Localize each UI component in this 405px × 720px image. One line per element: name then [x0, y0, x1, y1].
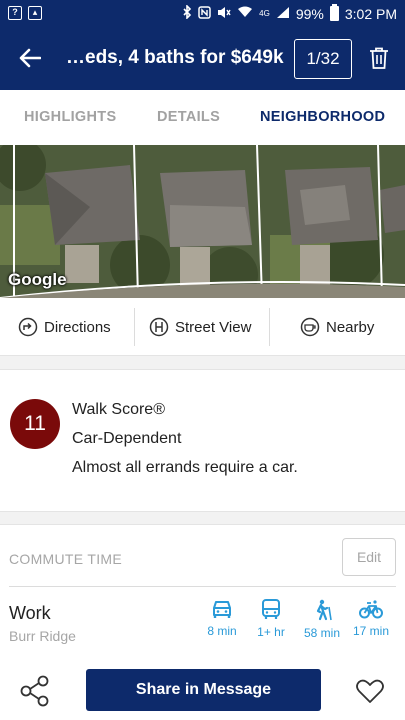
- nearby-icon: [300, 317, 320, 337]
- commute-label: COMMUTE TIME: [9, 551, 123, 567]
- back-button[interactable]: [14, 42, 46, 74]
- clock: 3:02 PM: [344, 5, 397, 22]
- status-bar-left: ? ▴: [8, 6, 42, 20]
- listing-title: …eds, 4 baths for $649k: [66, 47, 284, 68]
- car-time: 8 min: [207, 624, 237, 638]
- status-bar-right: 4G 99% 3:02 PM: [183, 4, 397, 22]
- tab-details[interactable]: DETAILS: [157, 109, 220, 125]
- heart-icon[interactable]: [355, 676, 385, 706]
- directions-icon: [18, 317, 38, 337]
- tab-neighborhood[interactable]: NEIGHBORHOOD: [260, 109, 385, 125]
- walk-icon: [316, 599, 332, 621]
- image-icon: ▴: [28, 6, 42, 20]
- bus-time: 1+ hr: [257, 625, 285, 639]
- google-attribution: Google: [8, 270, 67, 289]
- commute-mode-walk[interactable]: 58 min: [299, 599, 345, 640]
- commute-location: Burr Ridge: [9, 628, 76, 644]
- edit-commute-button[interactable]: Edit: [342, 538, 396, 576]
- trash-icon: [370, 47, 388, 69]
- share-icon[interactable]: [18, 674, 52, 708]
- battery-icon: [329, 4, 339, 21]
- commute-section: COMMUTE TIME Edit Work Burr Ridge 8 min …: [0, 525, 405, 660]
- divider: [134, 308, 135, 346]
- arrow-left-icon: [19, 48, 41, 68]
- commute-mode-car[interactable]: 8 min: [199, 599, 245, 638]
- walk-score-badge: 11: [10, 399, 60, 449]
- section-divider: [0, 356, 405, 370]
- network-type: 4G: [259, 9, 270, 18]
- battery-percent: 99%: [295, 5, 324, 22]
- walk-time: 58 min: [303, 626, 341, 640]
- satellite-map[interactable]: Google: [0, 145, 405, 298]
- walk-score-category: Car-Dependent: [72, 430, 182, 447]
- status-bar: ? ▴ 4G 99% 3:02 PM: [0, 0, 405, 28]
- signal-icon: [276, 6, 290, 22]
- commute-destination: Work: [9, 603, 51, 623]
- wifi-icon: [237, 6, 253, 21]
- walk-score-title: Walk Score®: [72, 401, 165, 418]
- street-view-label: Street View: [175, 318, 252, 336]
- walk-score-section[interactable]: 11 Walk Score® Car-Dependent Almost all …: [0, 371, 405, 511]
- nearby-button[interactable]: Nearby: [300, 298, 374, 356]
- commute-mode-bus[interactable]: 1+ hr: [248, 599, 294, 639]
- section-divider: [0, 511, 405, 525]
- street-view-button[interactable]: Street View: [149, 298, 251, 356]
- photo-counter-button[interactable]: 1/32: [294, 39, 352, 79]
- divider: [9, 586, 396, 587]
- bus-icon: [262, 599, 280, 619]
- nfc-icon: [198, 5, 211, 22]
- nearby-label: Nearby: [326, 318, 375, 336]
- help-box-icon: ?: [8, 6, 22, 20]
- directions-button[interactable]: Directions: [18, 298, 111, 356]
- bike-time: 17 min: [352, 624, 390, 638]
- commute-mode-bike[interactable]: 17 min: [348, 599, 394, 638]
- divider: [269, 308, 270, 346]
- tab-bar: HIGHLIGHTS DETAILS NEIGHBORHOOD: [0, 90, 405, 145]
- walk-score-description: Almost all errands require a car.: [72, 459, 298, 476]
- street-view-icon: [149, 317, 169, 337]
- mute-icon: [217, 6, 231, 22]
- tab-highlights[interactable]: HIGHLIGHTS: [24, 109, 116, 125]
- directions-label: Directions: [44, 318, 111, 336]
- bottom-action-bar: Share in Message: [0, 660, 405, 720]
- share-in-message-button[interactable]: Share in Message: [86, 669, 321, 711]
- app-bar: …eds, 4 baths for $649k 1/32: [0, 28, 405, 90]
- car-icon: [213, 601, 231, 618]
- bike-icon: [359, 600, 383, 619]
- map-actions: Directions Street View Nearby: [0, 298, 405, 356]
- delete-button[interactable]: [363, 42, 395, 74]
- bluetooth-icon: [183, 4, 192, 22]
